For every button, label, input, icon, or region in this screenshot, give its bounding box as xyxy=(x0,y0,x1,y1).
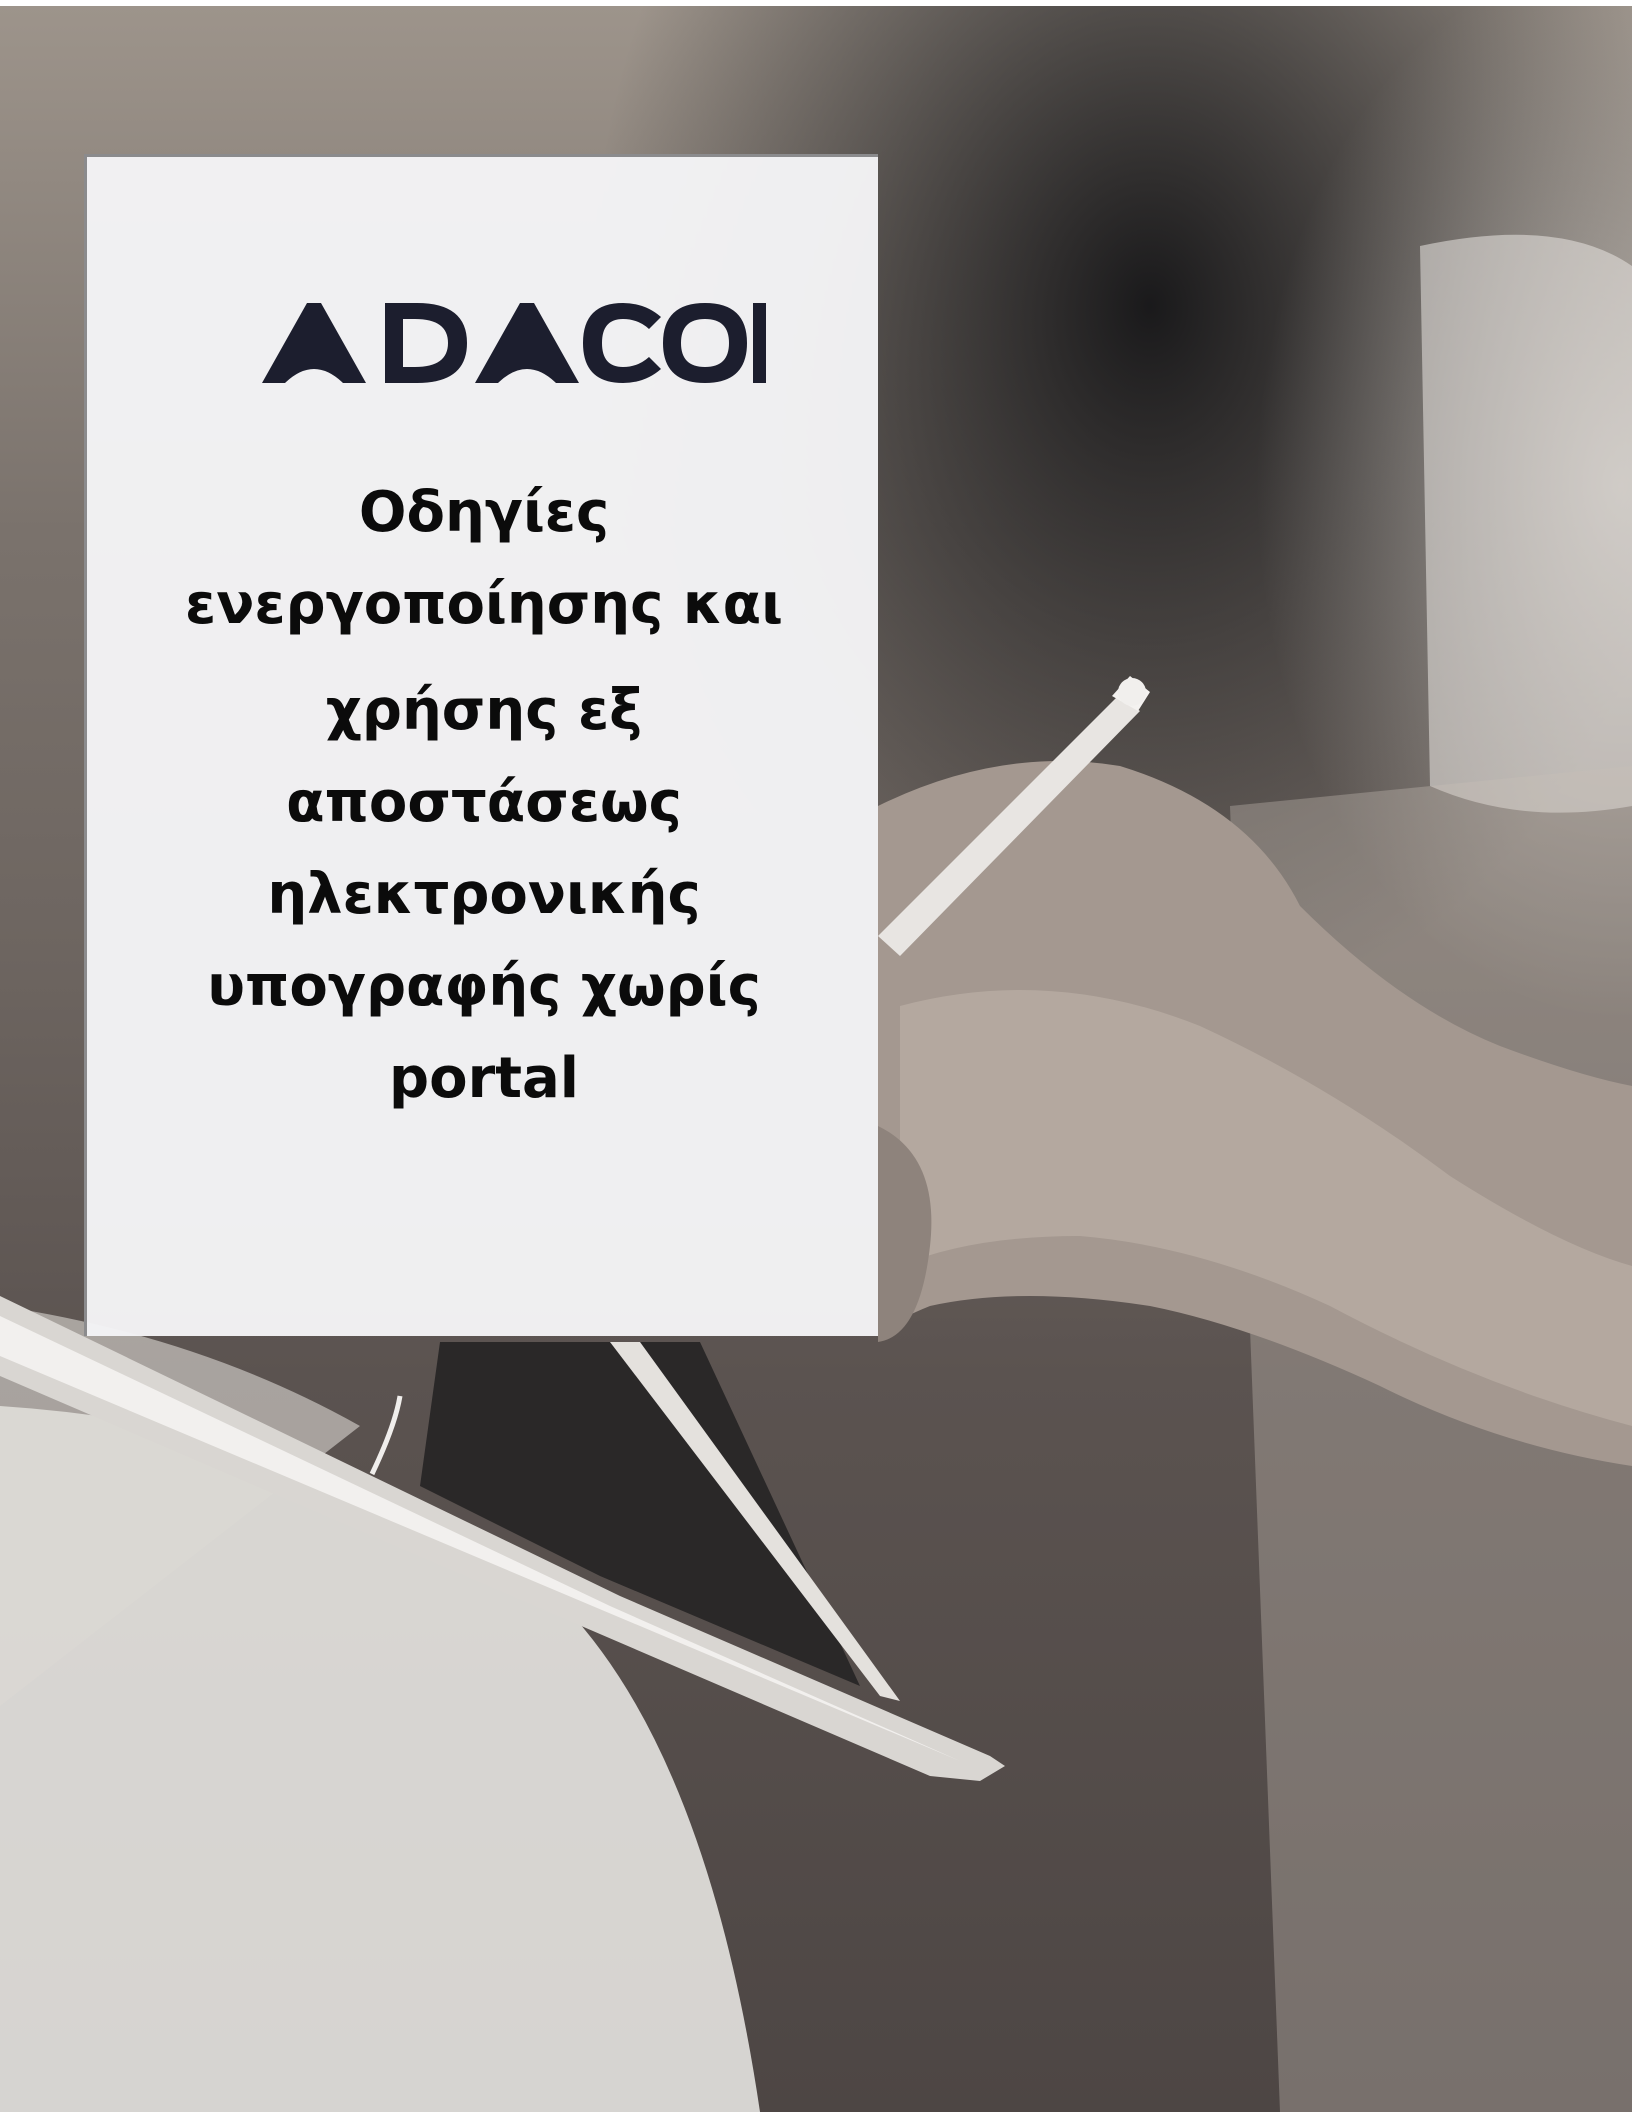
title-line-1: Οδηγίες xyxy=(358,480,610,545)
title-line-7: portal xyxy=(389,1046,579,1111)
adacom-logo xyxy=(262,303,766,383)
title-line-2: ενεργοποίησης και xyxy=(185,572,783,637)
document-title: Οδηγίες ενεργοποίησης και χρήσης εξ αποσ… xyxy=(87,467,881,1125)
title-spacer xyxy=(87,651,881,665)
title-line-3: χρήσης εξ xyxy=(325,678,643,743)
cover-page: Οδηγίες ενεργοποίησης και χρήσης εξ αποσ… xyxy=(0,0,1632,2112)
title-line-4: αποστάσεως xyxy=(286,770,682,835)
title-line-6: υπογραφής χωρίς xyxy=(207,954,761,1019)
title-card: Οδηγίες ενεργοποίησης και χρήσης εξ αποσ… xyxy=(84,154,878,1336)
title-line-5: ηλεκτρονικής xyxy=(267,862,701,927)
